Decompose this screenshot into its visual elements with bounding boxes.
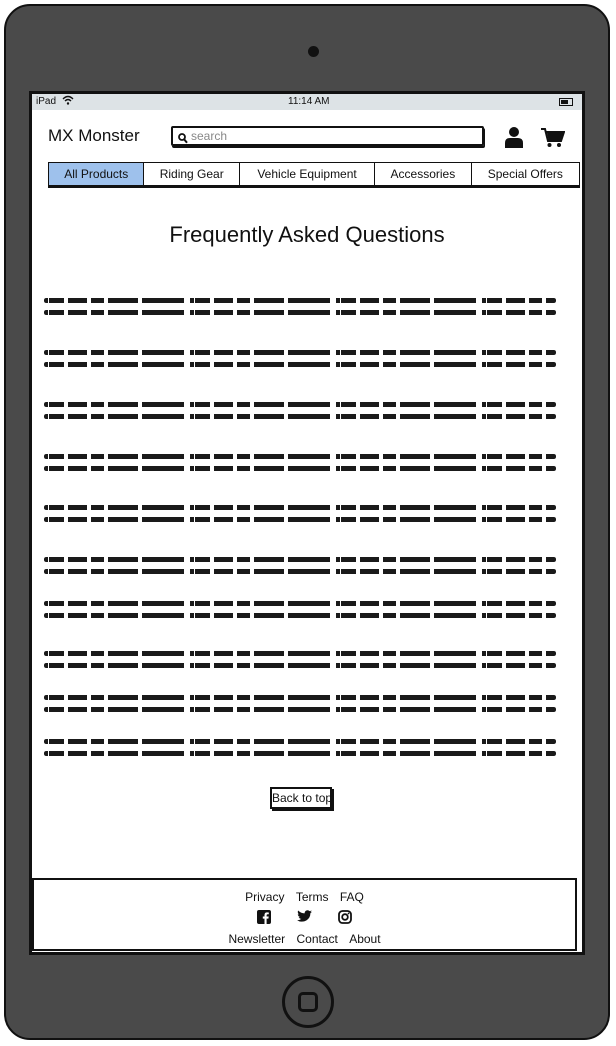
- faq-item[interactable]: [44, 649, 556, 683]
- status-time: 11:14 AM: [288, 96, 330, 107]
- faq-item[interactable]: [44, 599, 556, 633]
- faq-item[interactable]: [44, 503, 556, 537]
- faq-placeholder-line: [44, 466, 556, 471]
- cart-icon[interactable]: [541, 128, 566, 153]
- search-input[interactable]: [191, 128, 471, 144]
- tab-all-products[interactable]: All Products: [48, 162, 144, 186]
- faq-placeholder-line: [44, 663, 556, 668]
- brand-logo[interactable]: MX Monster: [48, 126, 140, 146]
- faq-text: [44, 478, 45, 479]
- faq-item[interactable]: [44, 296, 556, 330]
- faq-placeholder-line: [44, 569, 556, 574]
- home-square-icon: [298, 992, 318, 1012]
- faq-item[interactable]: [44, 400, 556, 434]
- faq-placeholder-line: [44, 298, 556, 303]
- faq-placeholder-line: [44, 651, 556, 656]
- facebook-icon[interactable]: [257, 910, 271, 927]
- faq-text: [44, 625, 45, 626]
- footer-link-faq[interactable]: FAQ: [340, 890, 364, 904]
- faq-item[interactable]: [44, 348, 556, 382]
- faq-placeholder-line: [44, 557, 556, 562]
- faq-text: [44, 529, 45, 530]
- footer-links-top: Privacy Terms FAQ: [34, 890, 575, 904]
- footer-link-terms[interactable]: Terms: [296, 890, 329, 904]
- faq-placeholder-line: [44, 350, 556, 355]
- faq-placeholder-line: [44, 751, 556, 756]
- faq-placeholder-line: [44, 601, 556, 606]
- footer-link-contact[interactable]: Contact: [296, 932, 337, 946]
- carrier-label: iPad: [36, 96, 57, 107]
- camera-dot: [308, 46, 319, 57]
- footer: Privacy Terms FAQ Newsletter Contact Abo…: [32, 878, 577, 951]
- screen: iPad 11:14 AM MX Monster All Products Ri…: [29, 91, 585, 955]
- footer-links-bottom: Newsletter Contact About: [34, 932, 575, 946]
- faq-text: [44, 322, 45, 323]
- faq-item[interactable]: [44, 737, 556, 771]
- social-links: [34, 910, 575, 927]
- faq-placeholder-line: [44, 414, 556, 419]
- page-title: Frequently Asked Questions: [169, 222, 445, 247]
- home-button[interactable]: [282, 976, 334, 1028]
- faq-text: [44, 719, 45, 720]
- faq-placeholder-line: [44, 310, 556, 315]
- wifi-icon: [62, 95, 74, 108]
- tab-accessories[interactable]: Accessories: [374, 162, 471, 186]
- search-icon: [178, 131, 188, 149]
- user-icon[interactable]: [505, 126, 523, 153]
- battery-icon: [559, 98, 573, 106]
- faq-placeholder-line: [44, 695, 556, 700]
- faq-placeholder-line: [44, 613, 556, 618]
- instagram-icon[interactable]: [338, 910, 352, 927]
- faq-text: [44, 675, 45, 676]
- faq-placeholder-line: [44, 739, 556, 744]
- faq-text: [44, 426, 45, 427]
- tab-vehicle-equipment[interactable]: Vehicle Equipment: [238, 162, 375, 186]
- tab-riding-gear[interactable]: Riding Gear: [143, 162, 239, 186]
- category-nav: All Products Riding Gear Vehicle Equipme…: [48, 162, 581, 186]
- faq-placeholder-line: [44, 707, 556, 712]
- twitter-icon[interactable]: [297, 910, 312, 927]
- footer-link-privacy[interactable]: Privacy: [245, 890, 284, 904]
- faq-placeholder-line: [44, 505, 556, 510]
- faq-text: [44, 763, 45, 764]
- faq-text: [44, 374, 45, 375]
- faq-placeholder-line: [44, 362, 556, 367]
- tab-special-offers[interactable]: Special Offers: [470, 162, 581, 186]
- faq-item[interactable]: [44, 555, 556, 589]
- search-bar[interactable]: [171, 126, 484, 146]
- faq-placeholder-line: [44, 517, 556, 522]
- faq-text: [44, 581, 45, 582]
- status-bar: iPad 11:14 AM: [32, 94, 582, 110]
- footer-link-about[interactable]: About: [349, 932, 380, 946]
- footer-link-newsletter[interactable]: Newsletter: [228, 932, 285, 946]
- faq-placeholder-line: [44, 454, 556, 459]
- faq-placeholder-line: [44, 402, 556, 407]
- faq-item[interactable]: [44, 452, 556, 486]
- faq-item[interactable]: [44, 693, 556, 727]
- back-to-top-button[interactable]: Back to top: [270, 787, 332, 809]
